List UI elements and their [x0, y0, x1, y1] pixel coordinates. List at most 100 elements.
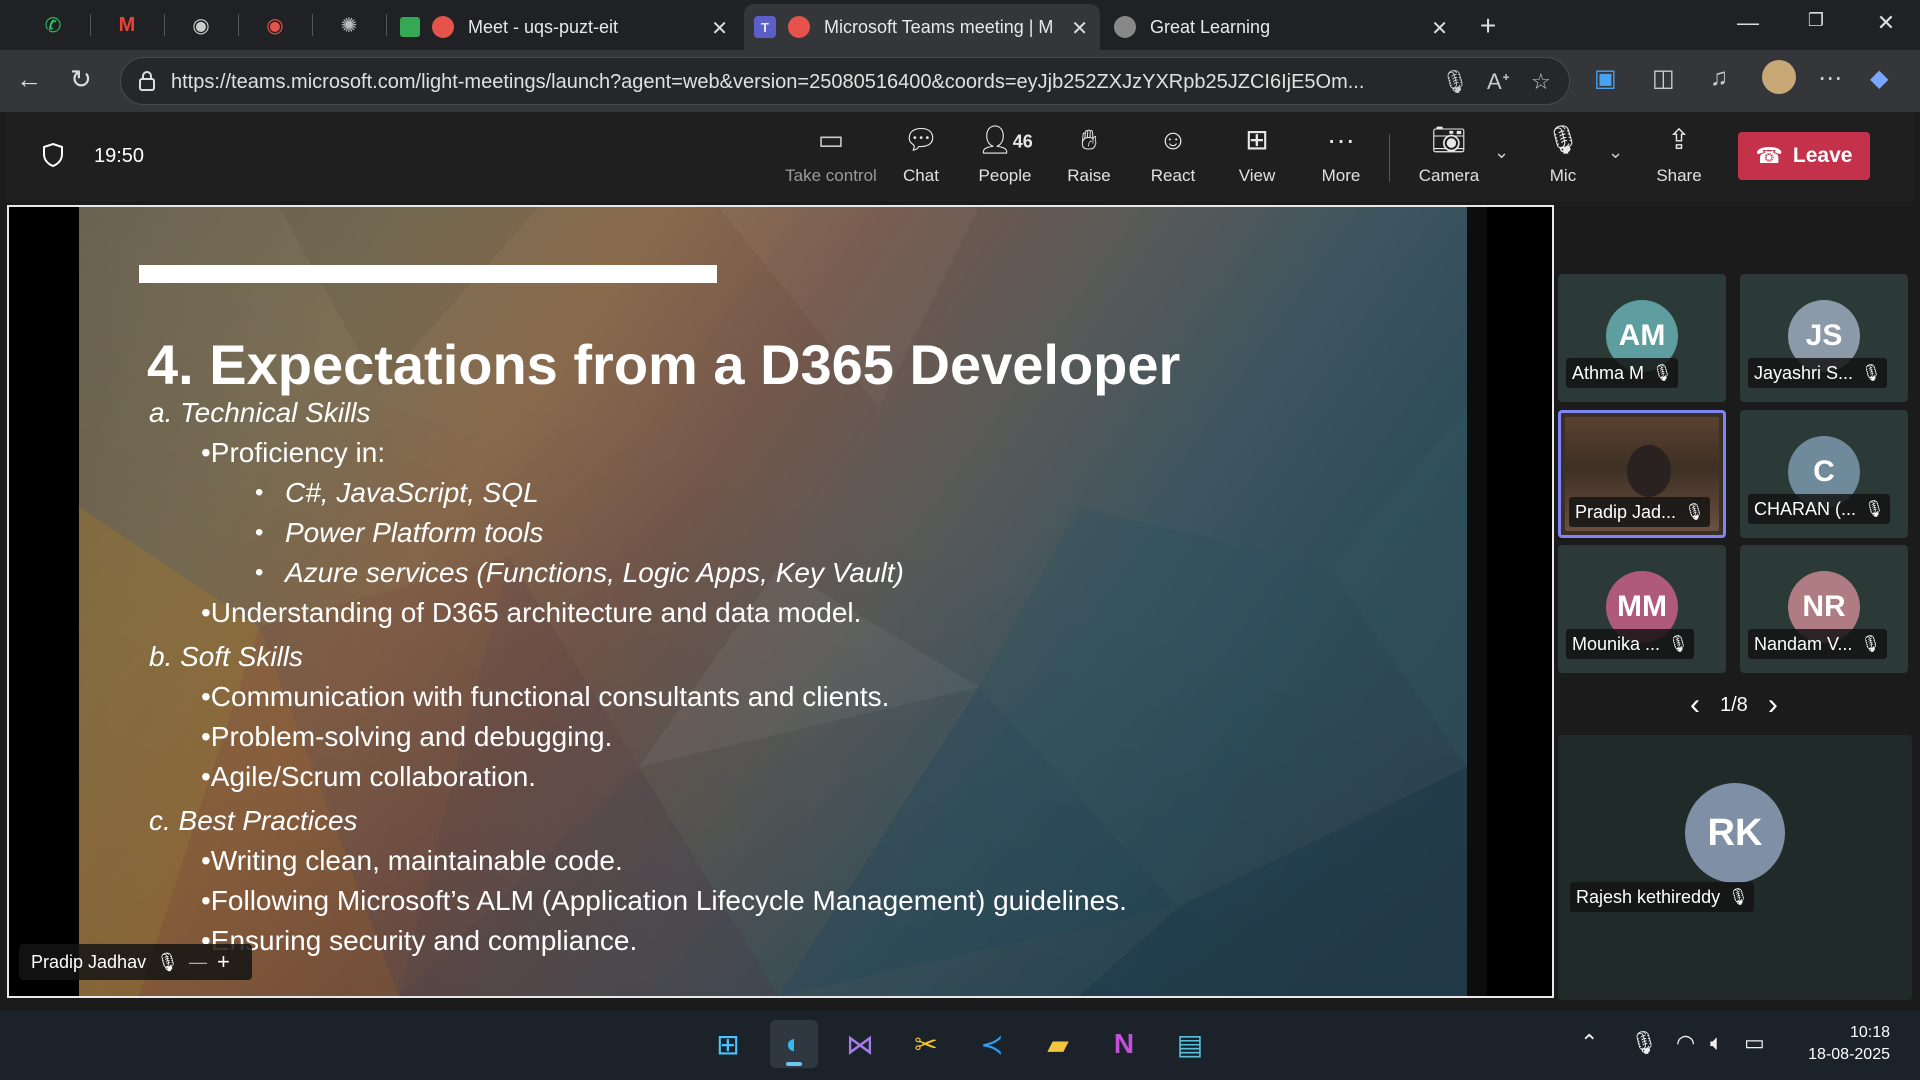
- participant-name: Nandam V... 🎙︎: [1748, 629, 1887, 659]
- tab-teams-meeting[interactable]: T Microsoft Teams meeting | M ✕: [744, 4, 1100, 50]
- github-icon[interactable]: ◉: [186, 10, 216, 40]
- zoom-out-button[interactable]: —: [189, 952, 207, 973]
- mic-options-chevron-icon[interactable]: ⌄: [1608, 142, 1623, 163]
- more-button[interactable]: ··· More: [1296, 122, 1386, 186]
- meeting-control-bar: 19:50 ▭ Take control 💬︎ Chat 👤︎46 People…: [6, 112, 1914, 202]
- refresh-icon[interactable]: ↻: [70, 64, 92, 95]
- chat-button[interactable]: 💬︎ Chat: [876, 122, 966, 186]
- tab-great-learning[interactable]: Great Learning ✕: [1104, 4, 1460, 50]
- visual-studio-icon[interactable]: ⋈: [836, 1020, 884, 1068]
- share-button[interactable]: ⇪ Share: [1634, 122, 1724, 186]
- tab-meet[interactable]: Meet - uqs-puzt-eit ✕: [390, 4, 740, 50]
- favorite-star-icon[interactable]: ☆: [1531, 69, 1551, 95]
- whatsapp-icon[interactable]: ✆: [38, 10, 68, 40]
- vscode-icon[interactable]: ≺: [968, 1020, 1016, 1068]
- participant-name-text: Mounika ...: [1572, 633, 1661, 654]
- participant-tile[interactable]: JS Jayashri S... 🎙︎: [1740, 274, 1908, 402]
- smiley-icon: ☺: [1158, 124, 1188, 155]
- gmail-icon[interactable]: M: [112, 10, 142, 40]
- next-page-chevron-icon[interactable]: ›: [1768, 688, 1778, 722]
- volume-icon[interactable]: 🔈︎: [1710, 1030, 1723, 1056]
- chat-label: Chat: [903, 166, 939, 185]
- mic-muted-icon: 🎙︎: [1668, 636, 1689, 653]
- shield-icon[interactable]: [42, 142, 64, 168]
- new-tab-button[interactable]: +: [1468, 10, 1508, 41]
- more-dots-icon: ···: [1327, 124, 1355, 155]
- slide-line: •Following Microsoft’s ALM (Application …: [201, 885, 1127, 916]
- close-tab-icon[interactable]: ✕: [1431, 16, 1448, 41]
- participant-name: Athma M 🎙︎: [1566, 358, 1679, 388]
- participant-name: Rajesh kethireddy 🎙︎: [1570, 882, 1755, 912]
- wifi-icon[interactable]: ◠: [1676, 1030, 1695, 1056]
- microphone-icon[interactable]: 🎙: [1441, 69, 1469, 95]
- battery-icon[interactable]: ▭: [1744, 1030, 1765, 1056]
- close-tab-icon[interactable]: ✕: [1071, 16, 1088, 41]
- more-options-icon[interactable]: ⋯: [1818, 64, 1842, 93]
- featured-participant-tile[interactable]: RK Rajesh kethireddy 🎙︎: [1558, 735, 1912, 1000]
- browser-toolbar: ← ↻ https://teams.microsoft.com/light-me…: [0, 50, 1920, 112]
- react-button[interactable]: ☺ React: [1128, 122, 1218, 186]
- page-indicator: 1/8: [1720, 693, 1748, 716]
- minimize-button[interactable]: —: [1728, 10, 1768, 40]
- edge-icon[interactable]: ◐: [770, 1020, 818, 1068]
- more-label: More: [1321, 166, 1361, 185]
- people-button[interactable]: 👤︎46 People: [960, 122, 1050, 186]
- read-aloud-icon[interactable]: Aᐩ: [1487, 69, 1510, 95]
- leave-button[interactable]: ☎ Leave: [1738, 132, 1870, 180]
- zoom-in-button[interactable]: +: [217, 949, 230, 975]
- video-person: [1627, 445, 1671, 497]
- participant-tile[interactable]: C CHARAN (... 🎙︎: [1740, 410, 1908, 538]
- snipping-icon[interactable]: ✂: [902, 1020, 950, 1068]
- slide-line: •Agile/Scrum collaboration.: [201, 761, 537, 792]
- mic-muted-icon: 🎙︎: [1860, 636, 1881, 653]
- close-tab-icon[interactable]: ✕: [711, 16, 728, 41]
- mic-muted-icon: 🎙︎: [1652, 365, 1673, 382]
- close-window-button[interactable]: ✕: [1866, 10, 1906, 40]
- people-count: 46: [1012, 131, 1033, 152]
- record-icon[interactable]: ◉: [260, 10, 290, 40]
- address-bar[interactable]: https://teams.microsoft.com/light-meetin…: [120, 57, 1570, 105]
- show-hidden-icons-chevron-icon[interactable]: ⌃: [1580, 1030, 1598, 1056]
- slide-line: •Writing clean, maintainable code.: [201, 845, 623, 876]
- participant-tile-speaking[interactable]: Pradip Jad... 🎙︎: [1558, 410, 1726, 538]
- participant-name-text: Athma M: [1572, 362, 1645, 383]
- url-text[interactable]: https://teams.microsoft.com/light-meetin…: [171, 71, 1531, 94]
- view-label: View: [1238, 166, 1276, 185]
- restore-button[interactable]: ❐: [1796, 10, 1836, 40]
- slide-bullet: •: [255, 519, 264, 546]
- camera-options-chevron-icon[interactable]: ⌄: [1494, 142, 1509, 163]
- split-screen-icon[interactable]: ◫: [1652, 64, 1675, 93]
- tab-title: Microsoft Teams meeting | M: [824, 16, 1054, 37]
- mic-button[interactable]: 🎙︎ Mic: [1518, 122, 1608, 186]
- back-arrow-icon[interactable]: ←: [16, 64, 42, 95]
- slide-line: •Communication with functional consultan…: [201, 681, 890, 712]
- leave-label: Leave: [1792, 144, 1853, 167]
- system-clock[interactable]: 10:18 18-08-2025: [1808, 1022, 1890, 1066]
- participant-name-text: Pradip Jad...: [1575, 501, 1677, 522]
- tab-divider: [164, 14, 165, 36]
- copilot-icon[interactable]: ◆: [1870, 64, 1888, 93]
- shared-screen: 4. Expectations from a D365 Developer a.…: [7, 205, 1554, 998]
- remote-desktop-icon[interactable]: ▤: [1166, 1020, 1214, 1068]
- share-icon: ⇪: [1667, 124, 1691, 155]
- camera-button[interactable]: 📷︎ Camera: [1404, 122, 1494, 186]
- participant-tile[interactable]: MM Mounika ... 🎙︎: [1558, 545, 1726, 673]
- previous-page-chevron-icon[interactable]: ‹: [1690, 688, 1700, 722]
- raise-hand-button[interactable]: ✋︎ Raise: [1044, 122, 1134, 186]
- take-control-button[interactable]: ▭ Take control: [776, 122, 886, 186]
- lock-icon[interactable]: [137, 70, 157, 92]
- participant-tile[interactable]: NR Nandam V... 🎙︎: [1740, 545, 1908, 673]
- tab-divider: [238, 14, 239, 36]
- tab-divider: [312, 14, 313, 36]
- file-explorer-icon[interactable]: ▰: [1034, 1020, 1082, 1068]
- chatgpt-icon[interactable]: ✺: [334, 10, 364, 40]
- microphone-icon[interactable]: 🎙︎: [1630, 1030, 1658, 1056]
- profile-avatar[interactable]: [1762, 60, 1796, 94]
- view-button[interactable]: ⊞ View: [1212, 122, 1302, 186]
- windows-start-icon[interactable]: ⊞: [704, 1020, 752, 1068]
- participant-tile[interactable]: AM Athma M 🎙︎: [1558, 274, 1726, 402]
- extension-icon[interactable]: ▣: [1594, 64, 1617, 93]
- onenote-icon[interactable]: N: [1100, 1020, 1148, 1068]
- media-icon[interactable]: ♫: [1710, 64, 1728, 92]
- take-control-icon: ▭: [817, 124, 845, 155]
